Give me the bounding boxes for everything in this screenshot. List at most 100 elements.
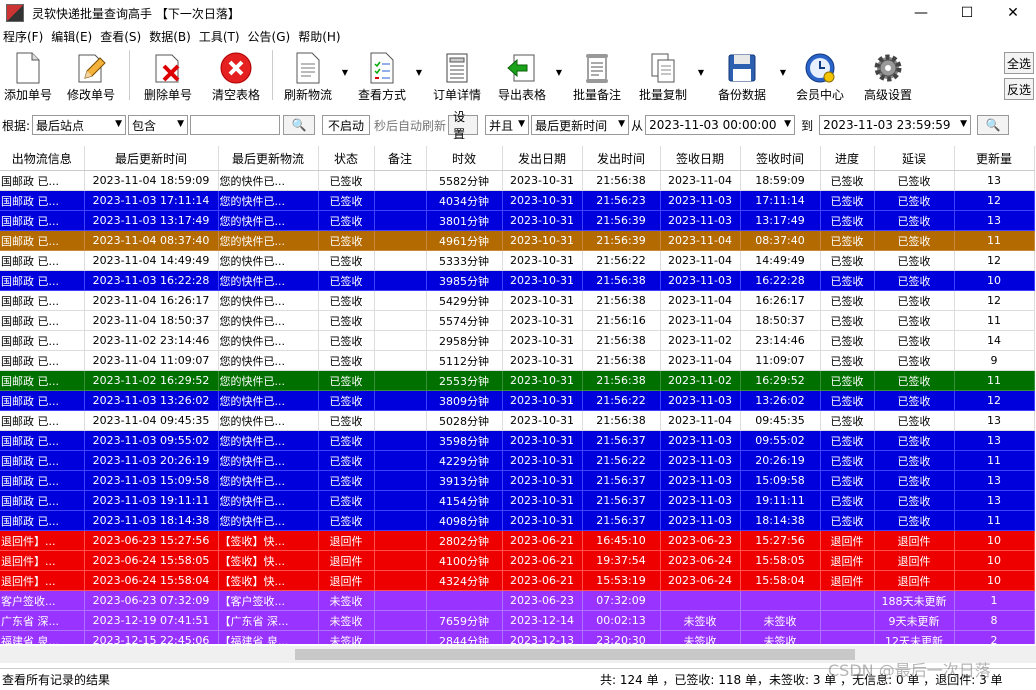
batch-copy-button[interactable]: 批量复制 bbox=[630, 46, 696, 102]
column-header[interactable]: 延误 bbox=[874, 146, 955, 171]
close-button[interactable]: ✕ bbox=[990, 0, 1036, 26]
advanced-settings-button[interactable]: 高级设置 bbox=[852, 46, 924, 102]
table-row[interactable]: 国邮政 已... 2023-11-04 09:45:35 您的快件已... 已签收 50… bbox=[0, 410, 1035, 431]
add-number-button[interactable]: 添加单号 bbox=[0, 46, 56, 102]
table-row[interactable]: 国邮政 已... 2023-11-03 19:11:11 您的快件已... 已签收 41… bbox=[0, 490, 1035, 511]
maximize-button[interactable]: ☐ bbox=[944, 0, 990, 26]
clear-table-button[interactable]: 清空表格 bbox=[203, 46, 269, 102]
table-row[interactable]: 国邮政 已... 2023-11-03 18:14:38 您的快件已... 已签收 40… bbox=[0, 510, 1035, 531]
menu-view[interactable]: 查看(S) bbox=[97, 28, 144, 45]
column-header[interactable]: 备注 bbox=[374, 146, 427, 171]
column-header[interactable]: 进度 bbox=[820, 146, 875, 171]
table-cell: 2023-11-02 bbox=[660, 370, 741, 391]
table-row[interactable]: 国邮政 已... 2023-11-03 13:17:49 您的快件已... 已签收 38… bbox=[0, 210, 1035, 231]
batch-note-button[interactable]: 批量备注 bbox=[564, 46, 630, 102]
menu-program[interactable]: 程序(F) bbox=[0, 28, 46, 45]
filter-label: 根据: bbox=[2, 118, 31, 133]
column-header[interactable]: 更新量 bbox=[954, 146, 1035, 171]
refresh-logistics-button[interactable]: 刷新物流 bbox=[276, 46, 340, 102]
table-row[interactable]: 国邮政 已... 2023-11-03 13:26:02 您的快件已... 已签收 38… bbox=[0, 390, 1035, 411]
from-datetime-picker[interactable]: 2023-11-03 00:00:00 ▼ bbox=[645, 115, 796, 135]
table-row[interactable]: 广东省 深... 2023-12-19 07:41:51 【广东省 深... 未签收 7… bbox=[0, 610, 1035, 631]
table-row[interactable]: 国邮政 已... 2023-11-04 18:59:09 您的快件已... 已签收 55… bbox=[0, 170, 1035, 191]
table-cell: 19:11:11 bbox=[740, 490, 821, 511]
table-cell: 已签收 bbox=[820, 430, 875, 451]
table-row[interactable]: 国邮政 已... 2023-11-03 17:11:14 您的快件已... 已签收 40… bbox=[0, 190, 1035, 211]
table-cell: 国邮政 已... bbox=[0, 170, 85, 191]
table-row[interactable]: 国邮政 已... 2023-11-02 16:29:52 您的快件已... 已签收 25… bbox=[0, 370, 1035, 391]
to-datetime-picker[interactable]: 2023-11-03 23:59:59 ▼ bbox=[819, 115, 972, 135]
table-cell: 国邮政 已... bbox=[0, 290, 85, 311]
column-header[interactable]: 最后更新物流 bbox=[218, 146, 319, 171]
export-table-button[interactable]: 导出表格 bbox=[490, 46, 554, 102]
table-cell: 21:56:38 bbox=[582, 330, 661, 351]
select-all-button[interactable]: 全选 bbox=[1004, 52, 1034, 74]
refresh-dropdown-icon[interactable]: ▼ bbox=[340, 68, 350, 77]
column-header[interactable]: 时效 bbox=[426, 146, 503, 171]
minimize-button[interactable]: — bbox=[898, 0, 944, 26]
results-table[interactable]: 出物流信息 最后更新时间 最后更新物流 状态 备注 时效 发出日期 发出时间 签收日期 签收时间进… bbox=[0, 146, 1036, 644]
table-row[interactable]: 国邮政 已... 2023-11-03 16:22:28 您的快件已... 已签收 39… bbox=[0, 270, 1035, 291]
backup-dropdown-icon[interactable]: ▼ bbox=[778, 68, 788, 77]
auto-refresh-hint: 秒后自动刷新 bbox=[374, 118, 447, 133]
edit-number-button[interactable]: 修改单号 bbox=[56, 46, 126, 102]
table-cell: 12 bbox=[954, 290, 1035, 311]
auto-refresh-settings-button[interactable]: 设置 bbox=[448, 110, 479, 141]
menu-help[interactable]: 帮助(H) bbox=[295, 28, 343, 45]
table-cell: 21:56:38 bbox=[582, 350, 661, 371]
table-row[interactable]: 退回件】... 2023-06-24 15:58:04 【签收】快... 退回件 432… bbox=[0, 570, 1035, 591]
menu-tools[interactable]: 工具(T) bbox=[196, 28, 243, 45]
column-header[interactable]: 状态 bbox=[318, 146, 375, 171]
column-header[interactable]: 签收日期 bbox=[660, 146, 741, 171]
table-cell bbox=[374, 630, 427, 644]
filter-keyword-input[interactable] bbox=[190, 115, 281, 135]
table-cell bbox=[820, 590, 875, 611]
table-row[interactable]: 国邮政 已... 2023-11-04 14:49:49 您的快件已... 已签收 53… bbox=[0, 250, 1035, 271]
table-row[interactable]: 客户签收... 2023-06-23 07:32:09 【客户签收... 未签收 202… bbox=[0, 590, 1035, 611]
table-cell: 【签收】快... bbox=[218, 570, 319, 591]
logic-select[interactable]: 并且 ▼ bbox=[485, 115, 530, 135]
view-mode-button[interactable]: 查看方式 bbox=[350, 46, 414, 102]
table-row[interactable]: 国邮政 已... 2023-11-03 15:09:58 您的快件已... 已签收 39… bbox=[0, 470, 1035, 491]
menu-data[interactable]: 数据(B) bbox=[146, 28, 194, 45]
table-cell: 退回件 bbox=[874, 530, 955, 551]
table-cell: 15:58:04 bbox=[740, 570, 821, 591]
filter-mode-select[interactable]: 包含 ▼ bbox=[128, 115, 189, 135]
table-cell: 已签收 bbox=[874, 430, 955, 451]
date-search-button[interactable]: 🔍 bbox=[977, 115, 1010, 135]
column-header[interactable]: 发出日期 bbox=[502, 146, 583, 171]
delete-number-button[interactable]: 删除单号 bbox=[133, 46, 203, 102]
table-cell: 17:11:14 bbox=[740, 190, 821, 211]
filter-search-button[interactable]: 🔍 bbox=[283, 115, 316, 135]
order-detail-button[interactable]: 订单详情 bbox=[424, 46, 490, 102]
auto-refresh-input[interactable]: 不启动 bbox=[322, 115, 371, 135]
table-row[interactable]: 国邮政 已... 2023-11-04 11:09:07 您的快件已... 已签收 51… bbox=[0, 350, 1035, 371]
table-row[interactable]: 国邮政 已... 2023-11-03 20:26:19 您的快件已... 已签收 42… bbox=[0, 450, 1035, 471]
table-row[interactable]: 退回件】... 2023-06-24 15:58:05 【签收】快... 退回件 410… bbox=[0, 550, 1035, 571]
table-row[interactable]: 国邮政 已... 2023-11-03 09:55:02 您的快件已... 已签收 35… bbox=[0, 430, 1035, 451]
column-header[interactable]: 最后更新时间 bbox=[84, 146, 219, 171]
table-row[interactable]: 国邮政 已... 2023-11-04 18:50:37 您的快件已... 已签收 55… bbox=[0, 310, 1035, 331]
column-header[interactable]: 出物流信息 bbox=[0, 146, 85, 171]
table-row[interactable]: 国邮政 已... 2023-11-04 08:37:40 您的快件已... 已签收 49… bbox=[0, 230, 1035, 251]
scrollbar-thumb[interactable] bbox=[295, 649, 855, 660]
copy-dropdown-icon[interactable]: ▼ bbox=[696, 68, 706, 77]
table-cell: 客户签收... bbox=[0, 590, 85, 611]
view-mode-dropdown-icon[interactable]: ▼ bbox=[414, 68, 424, 77]
table-row[interactable]: 国邮政 已... 2023-11-02 23:14:46 您的快件已... 已签收 29… bbox=[0, 330, 1035, 351]
table-cell: 2023-11-04 bbox=[660, 250, 741, 271]
menu-edit[interactable]: 编辑(E) bbox=[48, 28, 95, 45]
table-row[interactable]: 退回件】... 2023-06-23 15:27:56 【签收】快... 退回件 280… bbox=[0, 530, 1035, 551]
export-dropdown-icon[interactable]: ▼ bbox=[554, 68, 564, 77]
filter-field-select[interactable]: 最后站点 ▼ bbox=[32, 115, 127, 135]
column-header[interactable]: 发出时间 bbox=[582, 146, 661, 171]
table-cell: 2023-11-04 bbox=[660, 170, 741, 191]
column-header[interactable]: 签收时间 bbox=[740, 146, 821, 171]
table-row[interactable]: 国邮政 已... 2023-11-04 16:26:17 您的快件已... 已签收 54… bbox=[0, 290, 1035, 311]
menu-notice[interactable]: 公告(G) bbox=[245, 28, 294, 45]
time-field-select[interactable]: 最后更新时间 ▼ bbox=[531, 115, 630, 135]
table-row[interactable]: 福建省 泉... 2023-12-15 22:45:06 【福建省 泉... 未签收 2… bbox=[0, 630, 1035, 644]
member-center-button[interactable]: 会员中心 bbox=[788, 46, 852, 102]
invert-selection-button[interactable]: 反选 bbox=[1004, 78, 1034, 100]
backup-data-button[interactable]: 备份数据 bbox=[706, 46, 778, 102]
